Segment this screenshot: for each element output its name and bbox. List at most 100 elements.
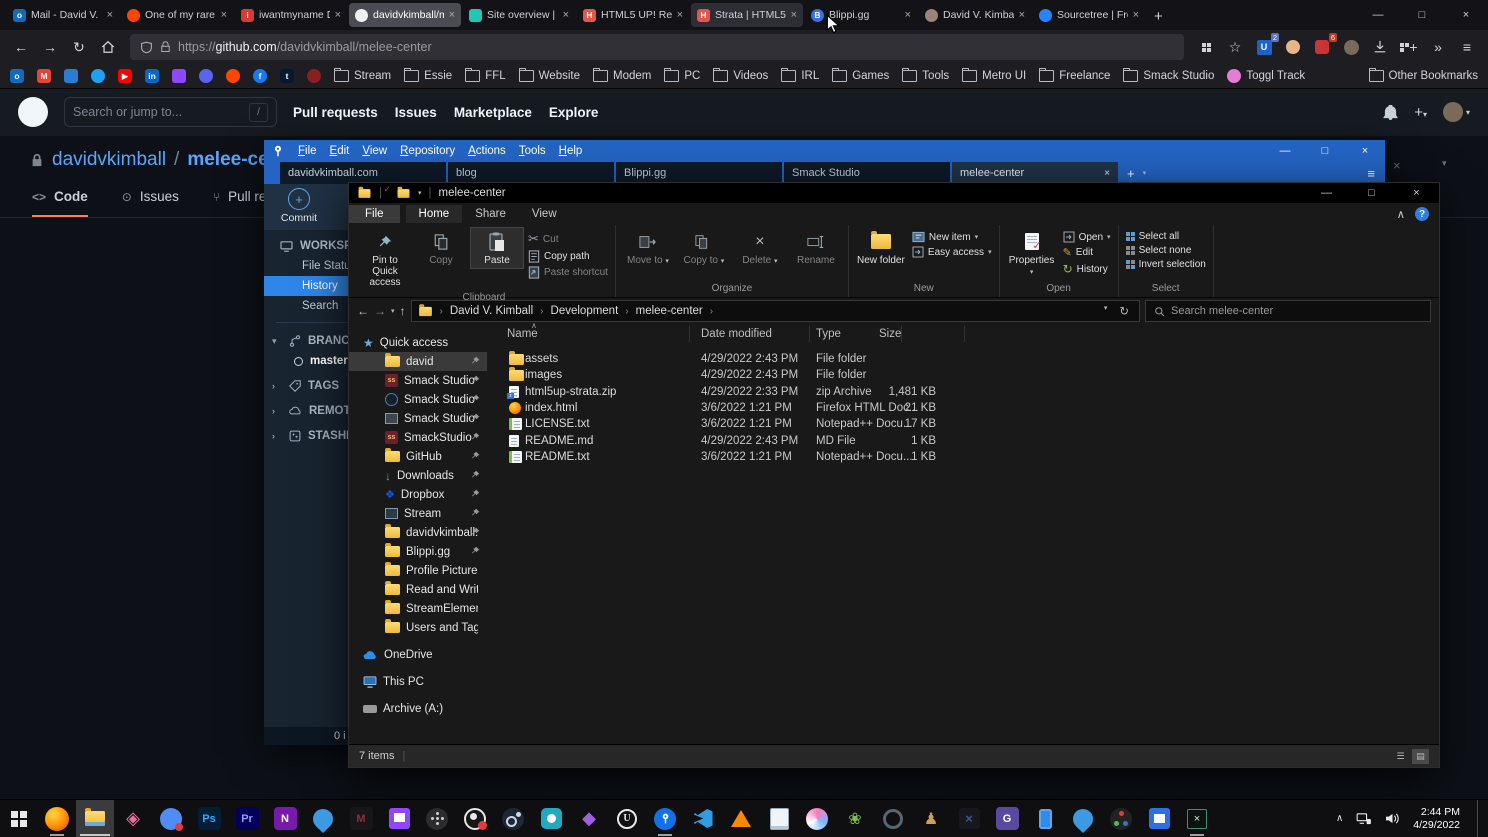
st-window-maximize-button[interactable]: □ — [1305, 140, 1345, 162]
taskbar-chat-app[interactable] — [152, 800, 190, 837]
bookmark-youtube[interactable]: ▶ — [118, 69, 132, 83]
browser-tab[interactable]: davidvkimball/mele × — [349, 3, 461, 27]
ribbon-copy-path-button[interactable]: Copy path — [528, 250, 608, 263]
bookmark-twitter[interactable] — [91, 69, 105, 83]
new-tab-button[interactable]: + — [1154, 8, 1163, 25]
ribbon-cut-button[interactable]: ✂Cut — [528, 231, 608, 247]
taskbar-statue-app[interactable]: ♟ — [912, 800, 950, 837]
taskbar-github-desktop[interactable] — [532, 800, 570, 837]
bookmark-folder[interactable]: Essie — [404, 70, 452, 82]
bookmark-tumblr[interactable]: t — [280, 69, 294, 83]
dropdown-caret-icon[interactable]: ▾ — [1442, 158, 1447, 169]
sidebar-quick-access[interactable]: ★Quick access — [349, 333, 487, 352]
sidebar-this-pc[interactable]: This PC — [349, 672, 487, 691]
browser-tab[interactable]: oMail - David V. Kimba × — [7, 3, 119, 27]
sourcetree-titlebar[interactable]: FileEditViewRepositoryActionsToolsHelp —… — [264, 140, 1385, 162]
nav-forward-button[interactable]: → — [374, 304, 386, 318]
st-menu-repository[interactable]: Repository — [400, 145, 455, 157]
bell-icon[interactable] — [1383, 105, 1398, 120]
bookmark-gmail[interactable]: M — [37, 69, 51, 83]
st-menu-file[interactable]: File — [298, 145, 317, 157]
breadcrumb-bar[interactable]: ›David V. Kimball›Development›melee-cent… — [411, 300, 1140, 322]
st-menu-actions[interactable]: Actions — [468, 145, 506, 157]
browser-tab[interactable]: Sourcetree | Free Git × — [1033, 3, 1145, 27]
hamburger-menu-icon[interactable]: ≡ — [1454, 34, 1480, 60]
address-dropdown-caret[interactable]: ▾ — [1104, 304, 1108, 318]
tab-close-icon[interactable]: × — [905, 9, 911, 21]
st-menu-help[interactable]: Help — [559, 145, 583, 157]
downloads-icon[interactable] — [1367, 34, 1393, 60]
ribbon-invert-selection-button[interactable]: Invert selection — [1126, 259, 1206, 270]
bookmark-facebook[interactable]: f — [253, 69, 267, 83]
ribbon-move-to-button[interactable]: Move to ▾ — [621, 227, 675, 270]
sidebar-item-github[interactable]: GitHub — [349, 447, 487, 466]
qat-customize-caret[interactable]: ▾ — [418, 189, 422, 197]
ribbon-edit-button[interactable]: ✎Edit — [1063, 246, 1111, 259]
sidebar-item-smack-studio[interactable]: ss Smack Studio — [349, 371, 487, 390]
explorer-search-input[interactable]: Search melee-center — [1145, 300, 1431, 322]
sidebar-item-smack-studio[interactable]: Smack Studio — [349, 409, 487, 428]
browser-tab[interactable]: Site overview | calm- × — [463, 3, 575, 27]
browser-tab[interactable]: iiwantmyname Dashb × — [235, 3, 347, 27]
tab-close-icon[interactable]: × — [449, 9, 455, 21]
taskbar-clock[interactable]: 2:44 PM4/29/2022 — [1413, 806, 1460, 832]
network-icon[interactable] — [1356, 813, 1372, 825]
tab-close-icon[interactable]: × — [677, 9, 683, 21]
tab-close-icon[interactable]: × — [1104, 168, 1110, 179]
nav-history-caret[interactable]: ▾ — [391, 307, 395, 315]
help-icon[interactable]: ? — [1415, 207, 1429, 221]
sidebar-item-smackstudio[interactable]: ss SmackStudio — [349, 428, 487, 447]
taskbar-your-phone[interactable] — [1026, 800, 1064, 837]
ribbon-delete-button[interactable]: × Delete ▾ — [733, 227, 787, 270]
bookmark-folder[interactable]: Metro UI — [962, 70, 1026, 82]
sidebar-item-downloads[interactable]: ↓ Downloads — [349, 466, 487, 485]
taskbar-ring-app[interactable] — [874, 800, 912, 837]
sidebar-onedrive[interactable]: OneDrive — [349, 645, 487, 664]
ribbon-collapse-icon[interactable]: ∧ — [1397, 207, 1405, 221]
column-header-date-modified[interactable]: Date modified — [701, 328, 772, 340]
file-name[interactable]: images — [525, 367, 562, 383]
sidebar-item-profile-pictures[interactable]: Profile Pictures — [349, 561, 487, 580]
dismiss-icon[interactable]: × — [1393, 158, 1401, 173]
ribbon-copy-to-button[interactable]: Copy to ▾ — [677, 227, 731, 270]
st-repo-tab[interactable]: melee-center× — [952, 162, 1118, 184]
extensions-puzzle-icon[interactable]: + — [1396, 34, 1422, 60]
column-header-type[interactable]: Type — [816, 328, 841, 340]
browser-tab[interactable]: David V. Kimball - Di × — [919, 3, 1031, 27]
bookmark-folder[interactable]: Tools — [902, 70, 949, 82]
github-nav-link[interactable]: Explore — [549, 105, 599, 120]
bookmark-folder[interactable]: Games — [832, 70, 889, 82]
window-close-button[interactable]: × — [1444, 0, 1488, 30]
sidebar-item-streamelements[interactable]: StreamElements — [349, 599, 487, 618]
qat-newfolder-icon[interactable] — [398, 189, 410, 198]
github-nav-link[interactable]: Marketplace — [454, 105, 532, 120]
taskbar-x-terminal[interactable]: × — [1178, 800, 1216, 837]
browser-tab[interactable]: HStrata | HTML5 UP × — [691, 3, 803, 27]
details-view-toggle[interactable]: ▤ — [1412, 749, 1429, 764]
repo-owner-link[interactable]: davidvkimball — [52, 149, 166, 171]
taskbar-melee-app[interactable]: M — [342, 800, 380, 837]
st-window-minimize-button[interactable]: — — [1265, 140, 1305, 162]
sidebar-item-users-and-tags[interactable]: Users and Tags — [349, 618, 487, 637]
ribbon-rename-button[interactable]: Rename — [789, 227, 843, 269]
url-bar[interactable]: https://github.com/davidvkimball/melee-c… — [130, 34, 1184, 60]
tab-close-icon[interactable]: × — [563, 9, 569, 21]
tab-close-icon[interactable]: × — [791, 9, 797, 21]
taskbar-gamecube-app[interactable]: G — [988, 800, 1026, 837]
ribbon-easy-access-button[interactable]: Easy access▾ — [912, 246, 992, 258]
home-button[interactable] — [95, 34, 121, 60]
extension-face-icon[interactable] — [1280, 34, 1306, 60]
file-name[interactable]: LICENSE.txt — [525, 416, 590, 432]
taskbar-onenote[interactable]: N — [266, 800, 304, 837]
column-header-size[interactable]: Size — [879, 328, 901, 340]
back-button[interactable]: ← — [8, 34, 34, 60]
ribbon-new-item-button[interactable]: New item▾ — [912, 231, 992, 243]
browser-tab[interactable]: BBlippi.gg × — [805, 3, 917, 27]
bookmark-folder[interactable]: PC — [664, 70, 700, 82]
bookmark-discord[interactable] — [199, 69, 213, 83]
sidebar-item-david[interactable]: david — [349, 352, 487, 371]
nav-back-button[interactable]: ← — [357, 304, 369, 318]
sidebar-item-davidvkimball-com[interactable]: davidvkimball.com — [349, 523, 487, 542]
taskbar-unreal-engine[interactable]: U — [608, 800, 646, 837]
taskbar-twitch[interactable] — [380, 800, 418, 837]
